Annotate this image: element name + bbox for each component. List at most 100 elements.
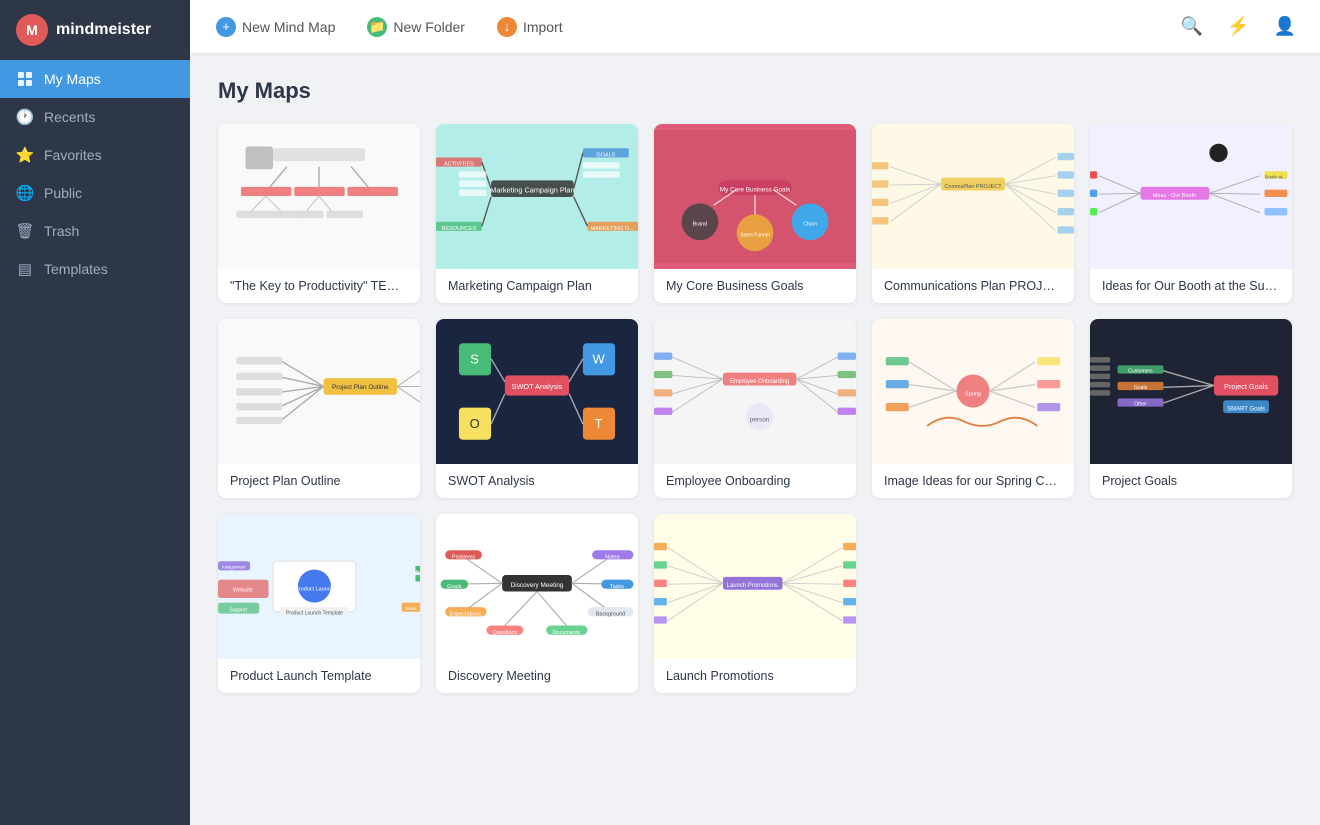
svg-text:Launch Promotions: Launch Promotions <box>727 583 778 589</box>
svg-text:Support: Support <box>229 608 247 614</box>
nav-favorites[interactable]: ⭐ Favorites <box>0 136 190 174</box>
map-label-11: Product Launch Template <box>218 659 420 693</box>
svg-text:Discovery Meeting: Discovery Meeting <box>511 582 564 589</box>
svg-text:Questions: Questions <box>492 630 517 636</box>
nav-recents-label: Recents <box>44 109 95 125</box>
svg-text:Booth at...: Booth at... <box>1265 175 1286 180</box>
content-area: My Maps <box>190 54 1320 825</box>
map-label-1: "The Key to Productivity" TEDxVi... <box>218 269 420 303</box>
trash-icon: 🗑 <box>16 222 34 240</box>
svg-text:Product Launch: Product Launch <box>295 587 334 593</box>
map-thumbnail-11: Product Launch Product Launch Template M… <box>218 514 420 659</box>
svg-text:RESOURCES: RESOURCES <box>442 226 477 232</box>
svg-text:Tasks: Tasks <box>610 584 624 590</box>
svg-text:MARKETING FI...: MARKETING FI... <box>590 226 634 232</box>
svg-text:Project Plan Outline: Project Plan Outline <box>332 384 389 391</box>
map-label-9: Image Ideas for our Spring Camp... <box>872 464 1074 498</box>
svg-text:Brand: Brand <box>693 221 708 227</box>
map-card-13[interactable]: Launch Promotions <box>654 514 856 693</box>
search-button[interactable]: 🔍 <box>1177 12 1207 41</box>
user-profile-button[interactable]: 👤 <box>1270 12 1300 41</box>
map-thumbnail-9: Spring <box>872 319 1074 464</box>
map-label-3: My Core Business Goals <box>654 269 856 303</box>
new-mind-map-button[interactable]: + New Mind Map <box>210 13 341 41</box>
new-folder-icon: 📁 <box>367 17 387 37</box>
svg-text:CommsPlan PROJECT: CommsPlan PROJECT <box>944 184 1002 190</box>
nav-public[interactable]: 🌐 Public <box>0 174 190 212</box>
svg-text:Product Launch Template: Product Launch Template <box>286 611 343 617</box>
map-card-2[interactable]: Marketing Campaign Plan ACTIVITIES GOALS… <box>436 124 638 303</box>
favorites-icon: ⭐ <box>16 146 34 164</box>
map-thumbnail-8: Employee Onboarding <box>654 319 856 464</box>
import-button[interactable]: ↓ Import <box>491 13 569 41</box>
map-label-5: Ideas for Our Booth at the Summit <box>1090 269 1292 303</box>
import-icon: ↓ <box>497 17 517 37</box>
map-label-13: Launch Promotions <box>654 659 856 693</box>
svg-text:Churn: Churn <box>803 221 817 227</box>
nav-trash[interactable]: 🗑 Trash <box>0 212 190 250</box>
svg-text:Ma...: Ma... <box>414 569 420 573</box>
nav-my-maps-label: My Maps <box>44 71 101 87</box>
svg-text:Project Goals: Project Goals <box>1224 382 1268 391</box>
recents-icon: 🕐 <box>16 108 34 126</box>
svg-text:Background: Background <box>596 611 625 617</box>
new-folder-button[interactable]: 📁 New Folder <box>361 13 471 41</box>
import-label: Import <box>523 19 563 35</box>
my-maps-icon <box>16 70 34 88</box>
svg-text:SMART Goals: SMART Goals <box>1227 406 1265 412</box>
page-title: My Maps <box>218 78 1292 104</box>
map-card-4[interactable]: CommsPlan PROJECT <box>872 124 1074 303</box>
map-card-6[interactable]: Project Plan Outline <box>218 319 420 498</box>
activity-button[interactable]: ⚡ <box>1223 12 1253 41</box>
svg-text:Expectations: Expectations <box>450 611 482 617</box>
map-label-4: Communications Plan PROJECT ... <box>872 269 1074 303</box>
map-card-12[interactable]: Discovery Meeting Problems Goals Expecta… <box>436 514 638 693</box>
svg-text:S: S <box>470 351 479 366</box>
svg-text:person: person <box>750 416 770 423</box>
svg-text:Spring: Spring <box>965 392 981 398</box>
map-card-1[interactable]: "The Key to Productivity" TEDxVi... <box>218 124 420 303</box>
svg-text:Problems: Problems <box>452 554 475 560</box>
map-thumbnail-2: Marketing Campaign Plan ACTIVITIES GOALS… <box>436 124 638 269</box>
map-thumbnail-13: Launch Promotions <box>654 514 856 659</box>
svg-text:GOALS: GOALS <box>596 153 615 159</box>
map-card-8[interactable]: Employee Onboarding <box>654 319 856 498</box>
svg-text:Sales Funnel: Sales Funnel <box>740 232 769 238</box>
map-card-7[interactable]: SWOT Analysis S W O T <box>436 319 638 498</box>
svg-text:Documents: Documents <box>552 630 580 636</box>
svg-text:My Core Business Goals: My Core Business Goals <box>720 186 791 193</box>
logo[interactable]: M mindmeister <box>0 0 190 60</box>
map-label-12: Discovery Meeting <box>436 659 638 693</box>
svg-text:Customers: Customers <box>1128 369 1153 375</box>
nav-recents[interactable]: 🕐 Recents <box>0 98 190 136</box>
svg-text:Assignment: Assignment <box>222 565 247 570</box>
map-label-6: Project Plan Outline <box>218 464 420 498</box>
svg-text:ACTIVITIES: ACTIVITIES <box>444 162 474 168</box>
nav-templates[interactable]: ▤ Templates <box>0 250 190 288</box>
map-thumbnail-7: SWOT Analysis S W O T <box>436 319 638 464</box>
toolbar: + New Mind Map 📁 New Folder ↓ Import 🔍 ⚡… <box>190 0 1320 54</box>
new-mind-map-label: New Mind Map <box>242 19 335 35</box>
map-thumbnail-3: My Core Business Goals Brand Sales Funne… <box>654 124 856 269</box>
map-card-9[interactable]: Spring <box>872 319 1074 498</box>
map-label-8: Employee Onboarding <box>654 464 856 498</box>
svg-text:Sales: Sales <box>405 606 417 611</box>
svg-text:Goals: Goals <box>1134 385 1148 391</box>
map-thumbnail-12: Discovery Meeting Problems Goals Expecta… <box>436 514 638 659</box>
templates-icon: ▤ <box>16 260 34 278</box>
new-mind-map-icon: + <box>216 17 236 37</box>
nav-my-maps[interactable]: My Maps <box>0 60 190 98</box>
svg-text:Website: Website <box>233 588 253 594</box>
svg-text:Employee Onboarding: Employee Onboarding <box>730 379 789 385</box>
map-label-10: Project Goals <box>1090 464 1292 498</box>
map-card-11[interactable]: Product Launch Product Launch Template M… <box>218 514 420 693</box>
svg-text:O: O <box>470 416 480 431</box>
maps-grid: "The Key to Productivity" TEDxVi... Mark… <box>218 124 1292 693</box>
map-card-3[interactable]: My Core Business Goals Brand Sales Funne… <box>654 124 856 303</box>
map-card-10[interactable]: Project Goals SMART Goals Customers Goal… <box>1090 319 1292 498</box>
map-thumbnail-5: Ideas - Our Booth Booth at... <box>1090 124 1292 269</box>
map-card-5[interactable]: Ideas - Our Booth Booth at... <box>1090 124 1292 303</box>
map-thumbnail-10: Project Goals SMART Goals Customers Goal… <box>1090 319 1292 464</box>
logo-text: mindmeister <box>56 21 151 39</box>
new-folder-label: New Folder <box>393 19 465 35</box>
